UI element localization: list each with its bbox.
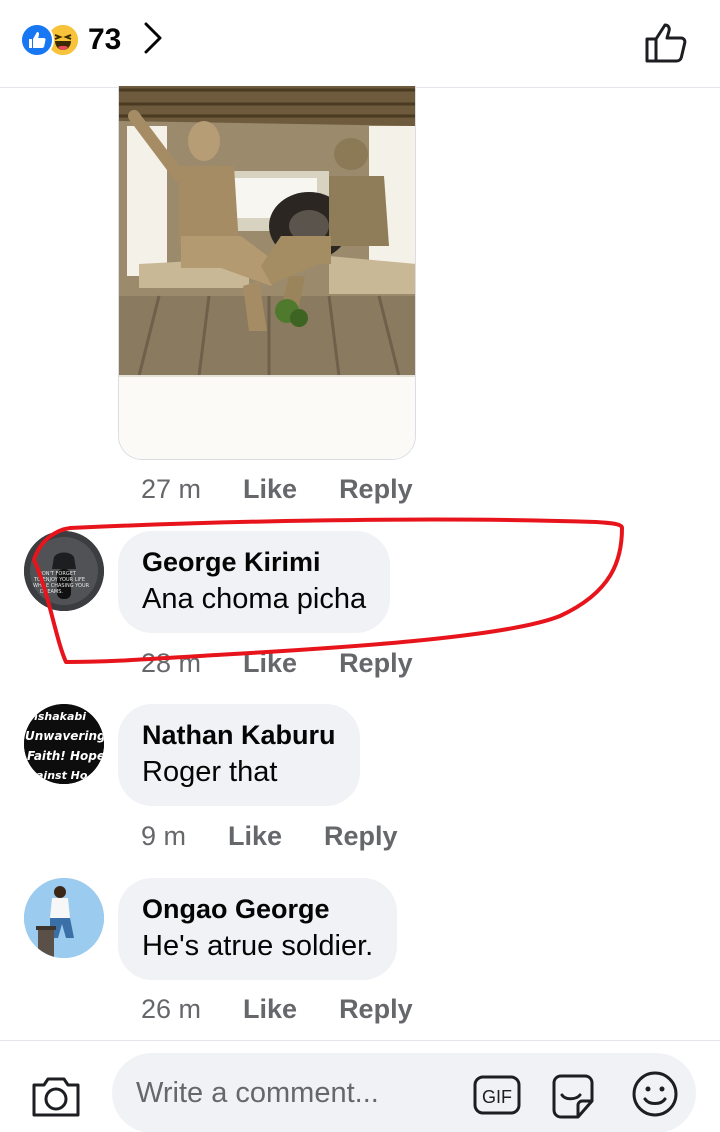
avatar-caption-4: ainst Ho [36,769,88,782]
camera-icon[interactable] [30,1075,82,1119]
reactions-summary[interactable]: 73 [20,22,163,58]
like-button[interactable]: Like [243,474,297,505]
comment-text: Ana choma picha [142,583,367,615]
comment-bubble[interactable]: George Kirimi Ana choma picha [118,531,391,633]
gif-label: GIF [482,1087,512,1107]
avatar[interactable]: nshakabi Unwavering Faith! Hope ainst Ho [24,704,104,784]
comment-composer: GIF [0,1040,720,1132]
comment-time: 27 m [141,474,202,504]
comment-photo[interactable] [118,86,416,460]
avatar-caption-1: nshakabi [30,710,86,723]
comment-meta: 26 m Like Reply [141,994,413,1025]
like-button[interactable]: Like [228,821,282,852]
avatar-caption-3: Faith! Hope [27,749,104,763]
avatar[interactable]: DON'T FORGET TO ENJOY YOUR LIFE WHILE CH… [24,531,104,611]
gif-button[interactable]: GIF [472,1073,522,1117]
comment-bubble[interactable]: Nathan Kaburu Roger that [118,704,360,806]
like-reaction-icon [20,23,54,57]
comment-text: Roger that [142,756,278,788]
reply-button[interactable]: Reply [339,474,413,505]
avatar-caption-4: DREAMS. [40,589,63,595]
avatar-caption-2: Unwavering [25,729,104,743]
reply-button[interactable]: Reply [339,648,413,679]
thumbs-up-icon[interactable] [644,20,690,64]
like-button[interactable]: Like [243,648,297,679]
comment-author[interactable]: Nathan Kaburu [142,718,336,752]
comment-bubble[interactable]: Ongao George He's atrue soldier. [118,878,398,980]
reply-button[interactable]: Reply [339,994,413,1025]
comment-text: He's atrue soldier. [142,930,374,962]
reaction-count: 73 [88,23,122,56]
comment-author[interactable]: Ongao George [142,892,373,926]
comment-time: 28 m [141,648,202,678]
chevron-right-icon[interactable] [143,22,163,59]
comment-input-wrapper: GIF [112,1053,696,1132]
comment-author[interactable]: George Kirimi [142,545,366,579]
comment-input[interactable] [136,1053,466,1132]
reply-button[interactable]: Reply [324,821,398,852]
comment-meta: 9 m Like Reply [141,821,398,852]
truck-soldiers-photo [119,86,415,459]
comment-time: 26 m [141,994,202,1024]
like-button[interactable]: Like [243,994,297,1025]
comment-time: 9 m [141,821,187,851]
comments-header: 73 [0,0,720,88]
emoji-icon[interactable] [630,1069,680,1119]
comment-meta: 28 m Like Reply [141,648,413,679]
comment-meta: 27 m Like Reply [141,474,413,505]
sticker-icon[interactable] [548,1071,600,1121]
avatar[interactable] [24,878,104,958]
